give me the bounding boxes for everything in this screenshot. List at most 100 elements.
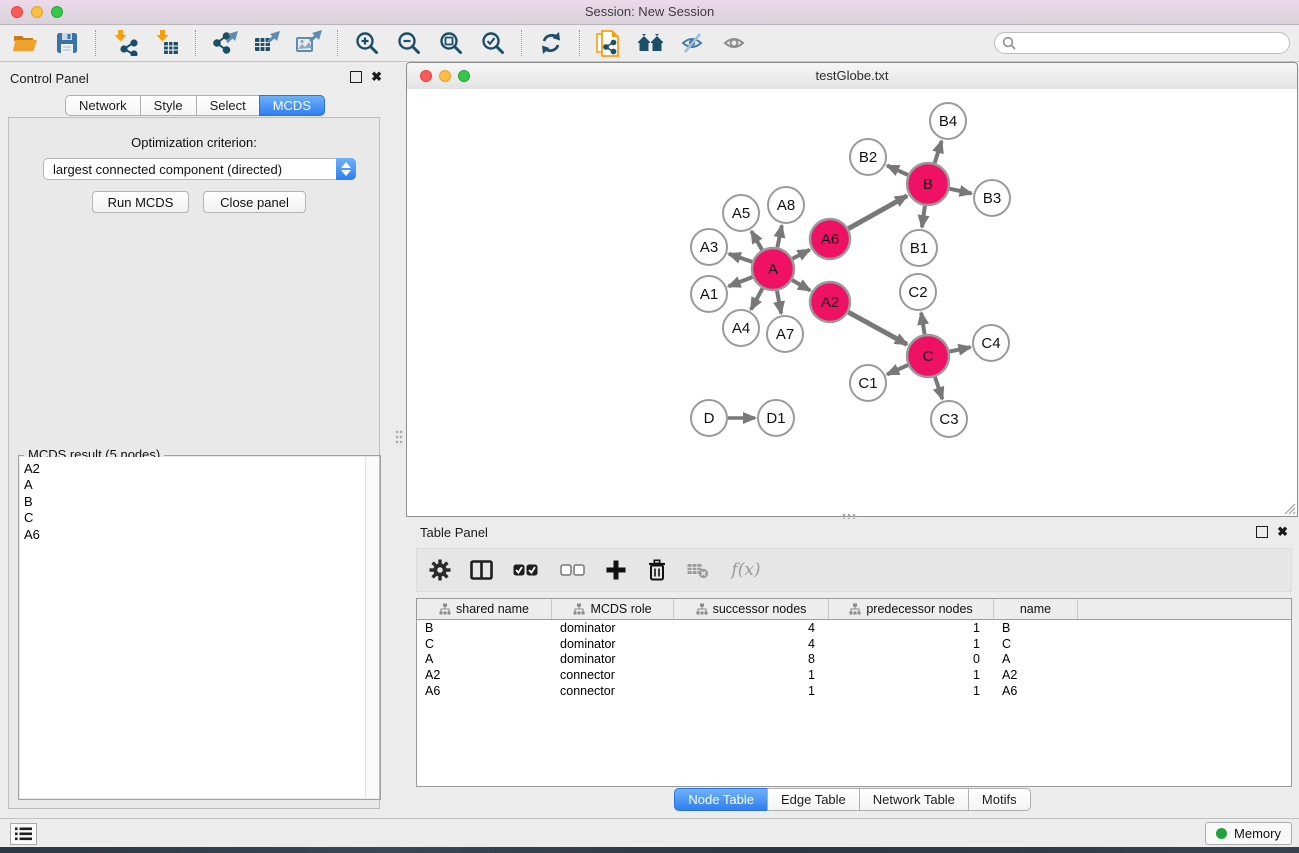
table-cell[interactable]: B	[994, 621, 1078, 635]
search-input[interactable]	[1020, 33, 1289, 53]
mcds-result-item[interactable]: A2	[20, 461, 366, 477]
table-cell[interactable]: 4	[674, 621, 829, 635]
column-header-successor-nodes[interactable]: successor nodes	[674, 599, 829, 619]
table-cell[interactable]: C	[994, 637, 1078, 651]
table-cell[interactable]: 1	[674, 684, 829, 698]
mcds-result-item[interactable]: A6	[20, 527, 366, 543]
table-row[interactable]: Cdominator41C	[417, 636, 1291, 652]
run-mcds-button[interactable]: Run MCDS	[92, 191, 189, 213]
edge-A-A6[interactable]	[792, 250, 809, 259]
table-cell[interactable]: A2	[994, 668, 1078, 682]
show-graphics-details-button[interactable]	[714, 26, 756, 60]
table-cell[interactable]: 1	[829, 637, 994, 651]
vertical-splitter-grip[interactable]	[395, 430, 403, 446]
search-field[interactable]	[994, 32, 1290, 54]
edge-A-A4[interactable]	[751, 288, 762, 309]
zoom-in-button[interactable]	[346, 26, 388, 60]
horizontal-splitter-grip[interactable]	[842, 513, 858, 519]
table-cell[interactable]: A	[994, 652, 1078, 666]
column-settings-button[interactable]	[427, 555, 453, 585]
task-history-button[interactable]	[10, 823, 37, 845]
delete-columns-button[interactable]	[644, 555, 670, 585]
import-network-button[interactable]	[104, 26, 146, 60]
close-table-panel-icon[interactable]: ✖	[1277, 526, 1288, 538]
refresh-view-button[interactable]	[530, 26, 572, 60]
tab-style[interactable]: Style	[140, 95, 197, 116]
mcds-result-item[interactable]: B	[20, 494, 366, 510]
tab-motifs[interactable]: Motifs	[968, 788, 1031, 811]
hide-graphics-details-button[interactable]	[672, 26, 714, 60]
deselect-all-rows-button[interactable]	[556, 555, 588, 585]
table-cell[interactable]: 1	[829, 684, 994, 698]
float-table-panel-icon[interactable]	[1256, 526, 1268, 538]
delete-table-button[interactable]	[685, 555, 711, 585]
tab-edge-table[interactable]: Edge Table	[767, 788, 860, 811]
network-canvas[interactable]: AA1A2A3A4A5A6A7A8BB1B2B3B4CC1C2C3C4DD1	[407, 89, 1297, 516]
import-table-button[interactable]	[146, 26, 188, 60]
table-cell[interactable]: A6	[417, 684, 552, 698]
criterion-select[interactable]: largest connected component (directed)	[43, 158, 356, 180]
table-cell[interactable]: A6	[994, 684, 1078, 698]
mcds-result-item[interactable]: A	[20, 477, 366, 493]
split-table-view-button[interactable]	[468, 555, 494, 585]
new-network-from-selection-button[interactable]	[588, 26, 630, 60]
tab-node-table[interactable]: Node Table	[674, 788, 768, 811]
edge-A-A8[interactable]	[777, 226, 781, 248]
select-all-rows-button[interactable]	[509, 555, 541, 585]
add-column-button[interactable]	[603, 555, 629, 585]
mcds-result-list[interactable]: A2ABCA6	[20, 457, 366, 798]
table-cell[interactable]: 4	[674, 637, 829, 651]
memory-button[interactable]: Memory	[1205, 822, 1292, 845]
export-image-button[interactable]	[288, 26, 330, 60]
table-cell[interactable]: connector	[552, 684, 674, 698]
table-cell[interactable]: 1	[829, 621, 994, 635]
node-table[interactable]: shared nameMCDS rolesuccessor nodesprede…	[416, 598, 1292, 787]
table-row[interactable]: Bdominator41B	[417, 620, 1291, 636]
table-cell[interactable]: A	[417, 652, 552, 666]
table-cell[interactable]: dominator	[552, 621, 674, 635]
zoom-selected-button[interactable]	[472, 26, 514, 60]
table-cell[interactable]: 1	[674, 668, 829, 682]
table-cell[interactable]: C	[417, 637, 552, 651]
export-table-button[interactable]	[246, 26, 288, 60]
edge-A-A5[interactable]	[751, 231, 762, 250]
zoom-out-button[interactable]	[388, 26, 430, 60]
mcds-result-item[interactable]: C	[20, 510, 366, 526]
column-header-shared-name[interactable]: shared name	[417, 599, 552, 619]
tab-network-table[interactable]: Network Table	[859, 788, 969, 811]
function-builder-button[interactable]: f(x)	[726, 555, 766, 585]
save-session-button[interactable]	[46, 26, 88, 60]
table-cell[interactable]: 1	[829, 668, 994, 682]
table-cell[interactable]: dominator	[552, 652, 674, 666]
first-neighbors-button[interactable]	[630, 26, 672, 60]
edge-C-C4[interactable]	[950, 347, 971, 351]
edge-A-A3[interactable]	[729, 254, 752, 262]
column-header-name[interactable]: name	[994, 599, 1078, 619]
edge-C-C1[interactable]	[887, 365, 908, 374]
edge-B-B1[interactable]	[922, 206, 925, 227]
window-resize-grip-icon[interactable]	[1281, 500, 1296, 515]
edge-B-B2[interactable]	[887, 166, 908, 175]
tab-mcds[interactable]: MCDS	[259, 95, 325, 116]
result-list-scrollbar[interactable]	[365, 457, 379, 798]
export-network-button[interactable]	[204, 26, 246, 60]
table-row[interactable]: A2connector11A2	[417, 667, 1291, 683]
column-header-predecessor-nodes[interactable]: predecessor nodes	[829, 599, 994, 619]
tab-network[interactable]: Network	[65, 95, 141, 116]
open-session-button[interactable]	[4, 26, 46, 60]
table-cell[interactable]: 0	[829, 652, 994, 666]
network-graph[interactable]: AA1A2A3A4A5A6A7A8BB1B2B3B4CC1C2C3C4DD1	[407, 89, 1297, 516]
table-cell[interactable]: B	[417, 621, 552, 635]
edge-A6-B[interactable]	[848, 196, 907, 229]
edge-C-C2[interactable]	[921, 313, 924, 335]
table-row[interactable]: A6connector11A6	[417, 683, 1291, 699]
table-cell[interactable]: connector	[552, 668, 674, 682]
close-panel-button[interactable]: Close panel	[203, 191, 306, 213]
column-header-mcds-role[interactable]: MCDS role	[552, 599, 674, 619]
edge-B-B3[interactable]	[949, 189, 971, 194]
zoom-fit-button[interactable]	[430, 26, 472, 60]
close-panel-icon[interactable]: ✖	[371, 71, 382, 83]
edge-A-A2[interactable]	[792, 280, 810, 290]
edge-C-C3[interactable]	[935, 377, 942, 399]
edge-B-B4[interactable]	[935, 141, 942, 163]
